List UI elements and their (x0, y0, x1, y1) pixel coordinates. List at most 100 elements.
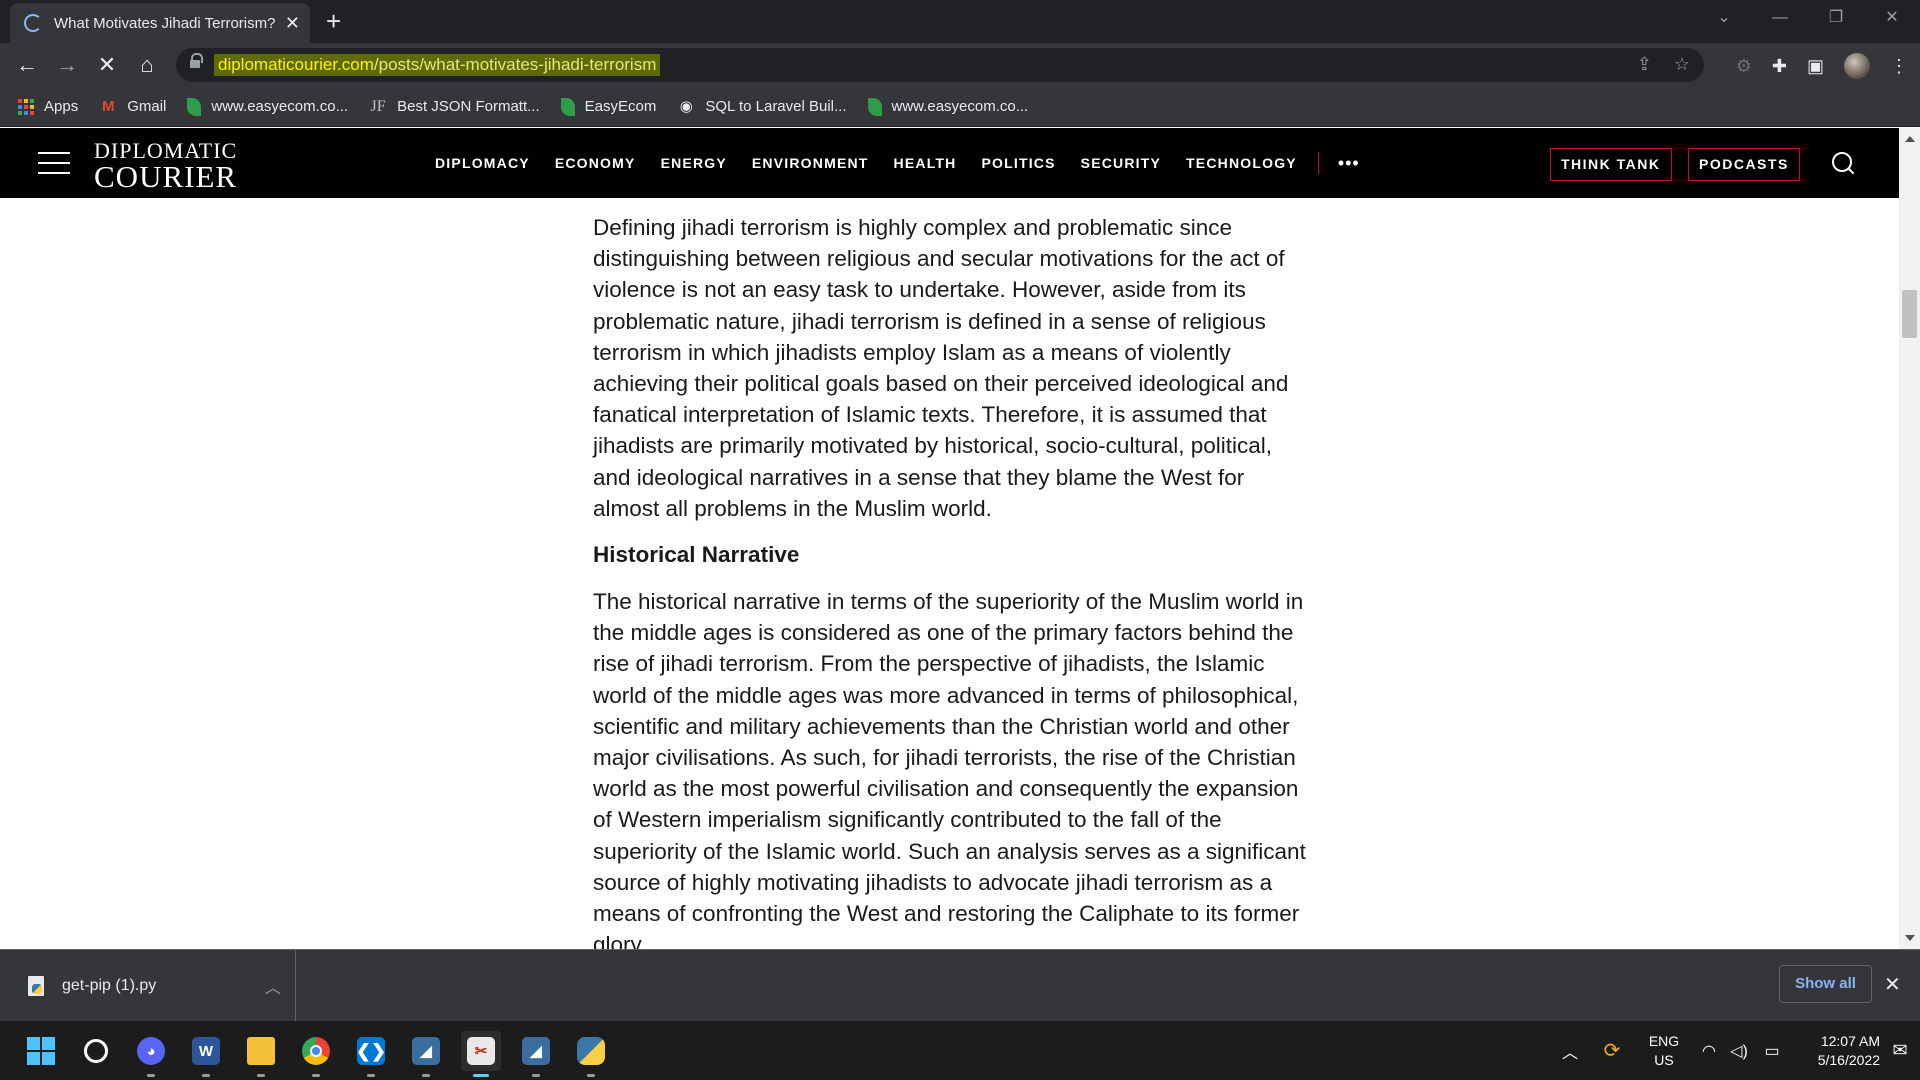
file-explorer-app[interactable] (241, 1031, 281, 1077)
python-icon (577, 1037, 605, 1065)
discord-app[interactable]: ◕ (131, 1031, 171, 1077)
chrome-menu-icon[interactable]: ⋮ (1890, 56, 1908, 77)
profile-avatar[interactable] (1844, 53, 1870, 79)
side-panel-icon[interactable]: ▣ (1807, 56, 1824, 77)
puzzle-icon[interactable]: ✚ (1772, 56, 1787, 77)
restore-icon[interactable]: ❐ (1808, 0, 1864, 36)
nav-economy[interactable]: ECONOMY (555, 155, 636, 171)
taskbar-search-icon[interactable] (76, 1031, 116, 1071)
system-tray: ︿ ⟳ ENG US ◠ ◁) ▭ 12:07 AM 5/16/2022 ✉ (1550, 1021, 1920, 1080)
wifi-icon[interactable]: ◠ (1694, 1041, 1724, 1061)
new-tab-icon[interactable]: + (326, 8, 341, 34)
bookmark-sql-to-laravel[interactable]: ◉ SQL to Laravel Buil... (677, 97, 847, 116)
apps-grid-icon (18, 98, 34, 115)
python-app[interactable] (571, 1031, 611, 1077)
nav-politics[interactable]: POLITICS (981, 155, 1055, 171)
sync-icon[interactable]: ⟳ (1590, 1038, 1634, 1063)
tab-strip: What Motivates Jihadi Terrorism? ✕ + ⌄ —… (0, 0, 1920, 43)
bookmark-apps[interactable]: Apps (18, 98, 78, 115)
jf-icon: JF (370, 97, 386, 115)
bookmark-easyecom-2[interactable]: EasyEcom (560, 97, 656, 116)
start-button[interactable] (21, 1031, 61, 1071)
show-hidden-icons-icon[interactable]: ︿ (1550, 1039, 1590, 1063)
browser-toolbar: ← → ✕ ⌂ diplomaticourier.com/posts/what-… (0, 43, 1920, 87)
bookmark-gmail[interactable]: M Gmail (99, 98, 166, 116)
scroll-up-icon[interactable] (1905, 136, 1915, 142)
vscode-icon: ❮❯ (356, 1037, 386, 1065)
lock-icon[interactable] (190, 53, 203, 70)
word-app[interactable]: W (186, 1031, 226, 1077)
url-text[interactable]: diplomaticourier.com/posts/what-motivate… (214, 54, 661, 76)
workbench-icon: ◢ (412, 1037, 440, 1065)
globe-icon: ◉ (679, 97, 693, 115)
stop-loading-icon[interactable]: ✕ (93, 51, 121, 79)
taskbar: ◕ W ❮❯ ◢ ✂ ◢ ︿ ⟳ ENG US ◠ ◁) ▭ 12:07 AM … (0, 1021, 1920, 1080)
hamburger-menu-icon[interactable] (38, 152, 70, 174)
bookmark-json-formatter[interactable]: JF Best JSON Formatt... (369, 98, 540, 116)
page-viewport: Defining jihadi terrorism is highly comp… (0, 198, 1899, 949)
page-scrollbar[interactable] (1899, 128, 1920, 949)
more-dots-icon[interactable]: ••• (1338, 153, 1360, 174)
download-item[interactable]: get-pip (1).py ︿ (20, 950, 296, 1022)
battery-icon[interactable]: ▭ (1754, 1041, 1790, 1061)
tab-title: What Motivates Jihadi Terrorism? (54, 14, 276, 32)
window-controls: ⌄ — ❐ ✕ (1696, 0, 1920, 36)
nav-health[interactable]: HEALTH (894, 155, 957, 171)
nav-technology[interactable]: TECHNOLOGY (1186, 155, 1297, 171)
clock[interactable]: 12:07 AM 5/16/2022 (1790, 1032, 1880, 1070)
bookmark-easyecom-1[interactable]: www.easyecom.co... (187, 97, 348, 116)
site-logo[interactable]: DIPLOMATIC COURIER (94, 140, 237, 193)
show-all-button[interactable]: Show all (1779, 965, 1872, 1003)
gmail-icon: M (101, 97, 115, 115)
section-heading: Historical Narrative (593, 542, 800, 568)
easyecom-leaf-icon (560, 97, 575, 116)
easyecom-leaf-icon (187, 97, 202, 116)
chevron-up-icon[interactable]: ︿ (265, 974, 281, 998)
extensions-area: ⚙ ✚ ▣ ⋮ (1736, 53, 1908, 79)
article-paragraph: The historical narrative in terms of the… (593, 589, 1306, 949)
scrollbar-thumb[interactable] (1902, 290, 1917, 338)
address-bar[interactable]: diplomaticourier.com/posts/what-motivate… (176, 48, 1704, 82)
nav-diplomacy[interactable]: DIPLOMACY (435, 155, 530, 171)
nav-divider (1317, 152, 1319, 174)
download-file-name: get-pip (1).py (62, 977, 157, 994)
discord-icon: ◕ (137, 1037, 165, 1065)
search-icon[interactable] (1830, 150, 1856, 176)
tab-close-icon[interactable]: ✕ (285, 13, 300, 34)
browser-tab[interactable]: What Motivates Jihadi Terrorism? ✕ (10, 3, 310, 43)
podcasts-button[interactable]: PODCASTS (1688, 148, 1800, 181)
share-icon[interactable]: ⇪ (1637, 54, 1652, 75)
extension-gear-icon[interactable]: ⚙ (1736, 56, 1752, 77)
article-body: Defining jihadi terrorism is highly comp… (593, 212, 1311, 949)
nav-security[interactable]: SECURITY (1081, 155, 1161, 171)
vscode-app[interactable]: ❮❯ (351, 1031, 391, 1077)
chrome-app[interactable] (296, 1031, 336, 1077)
think-tank-button[interactable]: THINK TANK (1550, 148, 1672, 181)
back-icon[interactable]: ← (13, 51, 41, 79)
workbench-icon: ◢ (522, 1037, 550, 1065)
easyecom-leaf-icon (867, 97, 882, 116)
snipping-tool-app[interactable]: ✂ (461, 1031, 501, 1077)
minimize-icon[interactable]: — (1752, 0, 1808, 36)
volume-icon[interactable]: ◁) (1724, 1041, 1754, 1061)
tab-search-icon[interactable]: ⌄ (1696, 0, 1752, 36)
close-window-icon[interactable]: ✕ (1864, 0, 1920, 36)
download-shelf: get-pip (1).py ︿ Show all ✕ (0, 949, 1920, 1022)
bookmark-star-icon[interactable]: ☆ (1674, 54, 1690, 75)
forward-icon[interactable]: → (53, 51, 81, 79)
bookmark-easyecom-3[interactable]: www.easyecom.co... (867, 97, 1028, 116)
close-shelf-icon[interactable]: ✕ (1884, 972, 1901, 997)
snipping-tool-icon: ✂ (467, 1037, 495, 1065)
nav-environment[interactable]: ENVIRONMENT (752, 155, 869, 171)
scroll-down-icon[interactable] (1905, 935, 1915, 941)
word-icon: W (192, 1037, 220, 1065)
bookmarks-bar: Apps M Gmail www.easyecom.co... JF Best … (0, 87, 1920, 127)
nav-energy[interactable]: ENERGY (661, 155, 727, 171)
home-icon[interactable]: ⌂ (133, 51, 161, 79)
main-nav: DIPLOMACY ECONOMY ENERGY ENVIRONMENT HEA… (435, 128, 1360, 198)
language-indicator[interactable]: ENG US (1634, 1032, 1694, 1070)
notifications-icon[interactable]: ✉ (1880, 1040, 1920, 1061)
site-header: DIPLOMATIC COURIER DIPLOMACY ECONOMY ENE… (0, 128, 1899, 198)
mysql-workbench-app[interactable]: ◢ (406, 1031, 446, 1077)
mysql-workbench-app-2[interactable]: ◢ (516, 1031, 556, 1077)
